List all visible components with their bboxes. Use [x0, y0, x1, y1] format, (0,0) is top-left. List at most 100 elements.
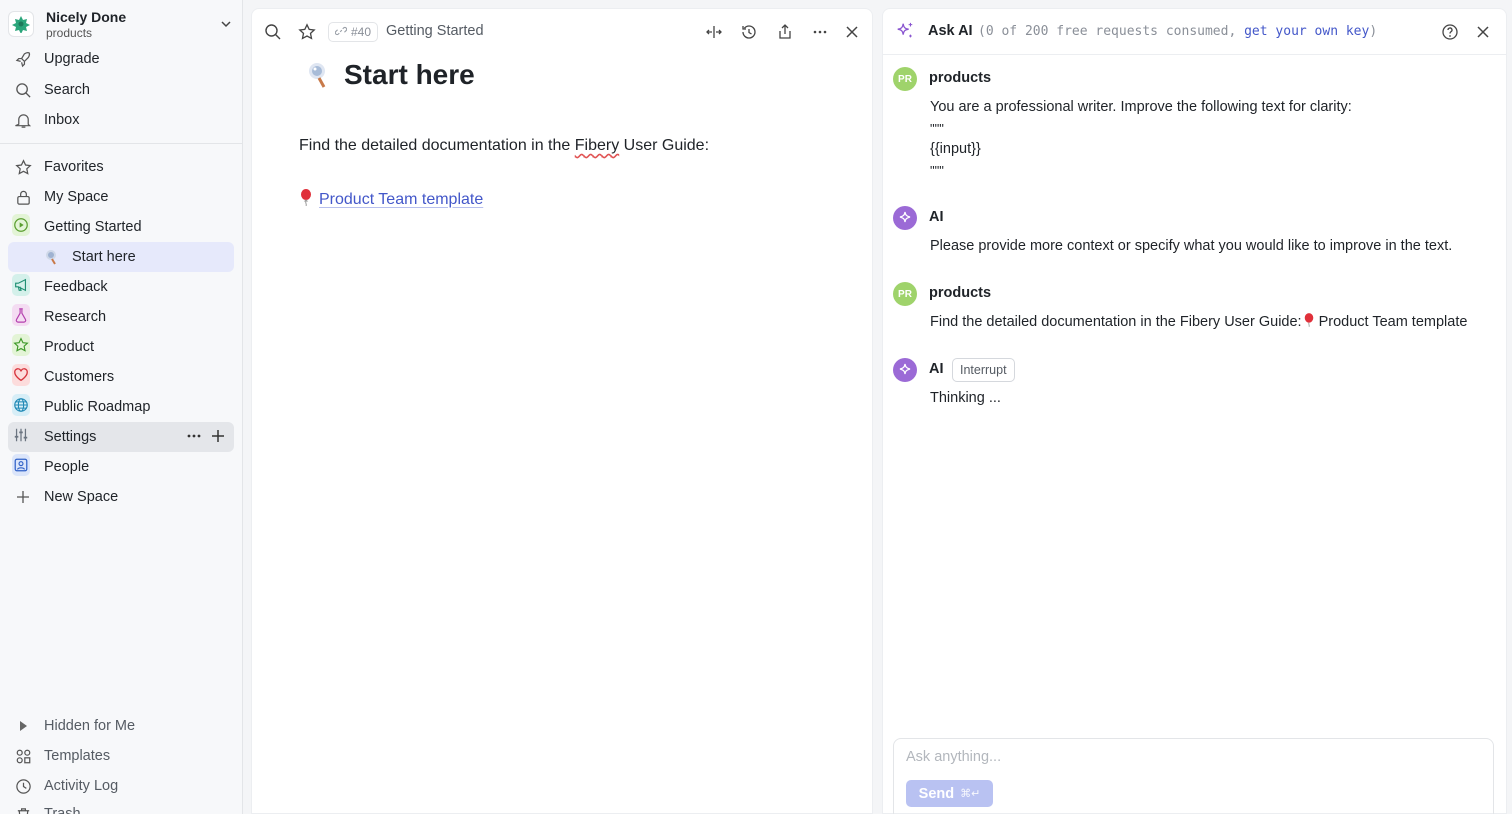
sidebar-item-getting-started[interactable]: Getting Started	[8, 212, 234, 242]
message-line: Please provide more context or specify w…	[930, 238, 1453, 254]
balloon-emoji-icon	[299, 188, 313, 211]
sidebar-item-label: People	[44, 459, 90, 475]
template-link[interactable]: Product Team template	[299, 188, 483, 211]
chevron-down-icon[interactable]	[218, 16, 234, 32]
message-line: Thinking ...	[930, 390, 1001, 406]
message-author: AI	[929, 361, 944, 377]
sidebar-item-public-roadmap[interactable]: Public Roadmap	[8, 392, 234, 422]
more-options-icon[interactable]	[810, 22, 830, 42]
interrupt-button[interactable]: Interrupt	[952, 358, 1015, 382]
document-panel: #40 Getting Started Start here Find the …	[251, 8, 873, 814]
entity-id: #40	[351, 25, 372, 39]
sidebar-item-label: Research	[44, 309, 107, 325]
templates-icon	[14, 747, 32, 765]
workspace-subtitle: products	[46, 25, 93, 40]
sidebar-item-label: Product	[44, 339, 94, 355]
history-icon[interactable]	[739, 22, 759, 42]
close-icon[interactable]	[842, 22, 862, 42]
sidebar-item-favorites[interactable]: Favorites	[8, 152, 234, 182]
document-paragraph[interactable]: Find the detailed documentation in the F…	[299, 137, 709, 155]
send-button[interactable]: Send ⌘↵	[906, 780, 993, 807]
ask-input[interactable]	[906, 749, 1466, 765]
sidebar-item-research[interactable]: Research	[8, 302, 234, 332]
add-icon[interactable]	[210, 428, 226, 448]
sidebar-item-label: Public Roadmap	[44, 399, 151, 415]
sidebar-item-my-space[interactable]: My Space	[8, 182, 234, 212]
ai-avatar-icon	[893, 358, 917, 382]
sidebar-item-inbox[interactable]: Inbox	[8, 105, 234, 135]
sidebar-item-label: Search	[44, 82, 90, 98]
flask-icon	[12, 304, 30, 326]
triangle-right-icon	[14, 717, 32, 735]
expand-width-icon[interactable]	[704, 22, 724, 42]
sidebar-item-label: Customers	[44, 369, 115, 385]
trash-icon	[14, 805, 32, 814]
page-title[interactable]: Start here	[344, 59, 475, 91]
sidebar-item-search[interactable]: Search	[8, 75, 234, 105]
megaphone-icon	[12, 274, 30, 296]
sidebar-item-product[interactable]: Product	[8, 332, 234, 362]
misspelled-word: Fibery	[574, 137, 620, 154]
bell-icon	[14, 111, 32, 129]
sidebar-item-label: My Space	[44, 189, 109, 205]
heart-icon	[12, 364, 30, 386]
sidebar-item-label: Upgrade	[44, 51, 100, 67]
sidebar-item-trash[interactable]: Trash	[8, 799, 234, 814]
link-icon	[334, 25, 348, 40]
search-icon	[14, 81, 32, 99]
message-line: """	[930, 121, 944, 136]
ai-quota: (0 of 200 free requests consumed, get yo…	[978, 24, 1378, 39]
star-icon[interactable]	[297, 22, 317, 42]
link-text[interactable]: Product Team template	[319, 191, 483, 209]
sidebar-item-hidden-for-me[interactable]: Hidden for Me	[8, 711, 234, 741]
rocket-icon	[14, 50, 32, 68]
breadcrumb[interactable]: Getting Started	[386, 23, 484, 39]
sidebar-item-label: Start here	[72, 249, 136, 265]
workspace-switcher[interactable]: Nicely Done products	[8, 6, 234, 42]
sidebar-item-settings[interactable]: Settings	[8, 422, 234, 452]
share-icon[interactable]	[775, 22, 795, 42]
search-icon[interactable]	[263, 22, 283, 42]
sidebar-item-label: Getting Started	[44, 219, 142, 235]
message-line: You are a professional writer. Improve t…	[930, 99, 1352, 115]
sparkle-icon	[895, 21, 915, 41]
star-icon	[12, 334, 30, 356]
plus-icon	[14, 488, 32, 506]
sidebar-item-label: Inbox	[44, 112, 80, 128]
sidebar-item-activity-log[interactable]: Activity Log	[8, 771, 234, 801]
ai-panel-header: Ask AI (0 of 200 free requests consumed,…	[883, 9, 1506, 55]
sidebar-item-label: Trash	[44, 806, 81, 814]
send-shortcut: ⌘↵	[960, 788, 981, 800]
sidebar-item-customers[interactable]: Customers	[8, 362, 234, 392]
sidebar-item-upgrade[interactable]: Upgrade	[8, 44, 234, 74]
ai-panel-title: Ask AI	[928, 23, 973, 39]
sidebar-item-feedback[interactable]: Feedback	[8, 272, 234, 302]
get-own-key-link[interactable]: get your own key	[1244, 24, 1369, 39]
sidebar: Nicely Done products Upgrade Search Inbo…	[0, 0, 243, 814]
message-author: products	[929, 70, 992, 86]
page-emoji-icon[interactable]	[304, 60, 334, 90]
sidebar-item-templates[interactable]: Templates	[8, 741, 234, 771]
sidebar-item-label: Activity Log	[44, 778, 119, 794]
help-icon[interactable]	[1440, 22, 1460, 42]
message-author: products	[929, 285, 992, 301]
start-here-emoji-icon	[43, 248, 61, 266]
sidebar-item-new-space[interactable]: New Space	[8, 482, 234, 512]
sidebar-item-label: New Space	[44, 489, 119, 505]
balloon-emoji-icon	[1303, 312, 1315, 335]
close-icon[interactable]	[1473, 22, 1493, 42]
sidebar-item-label: Feedback	[44, 279, 108, 295]
play-icon	[12, 214, 30, 236]
sidebar-item-label: Hidden for Me	[44, 718, 136, 734]
sidebar-item-people[interactable]: People	[8, 452, 234, 482]
clock-icon	[14, 777, 32, 795]
more-options-icon[interactable]	[186, 428, 202, 448]
sidebar-item-start-here[interactable]: Start here	[8, 242, 234, 272]
person-card-icon	[12, 454, 30, 476]
ask-ai-panel: Ask AI (0 of 200 free requests consumed,…	[882, 8, 1507, 814]
entity-id-badge[interactable]: #40	[328, 22, 379, 42]
message-line: {{input}}	[930, 141, 981, 157]
sidebar-item-label: Settings	[44, 429, 97, 445]
sidebar-item-label: Templates	[44, 748, 111, 764]
ask-ai-composer: Send⌘↵	[893, 738, 1494, 814]
